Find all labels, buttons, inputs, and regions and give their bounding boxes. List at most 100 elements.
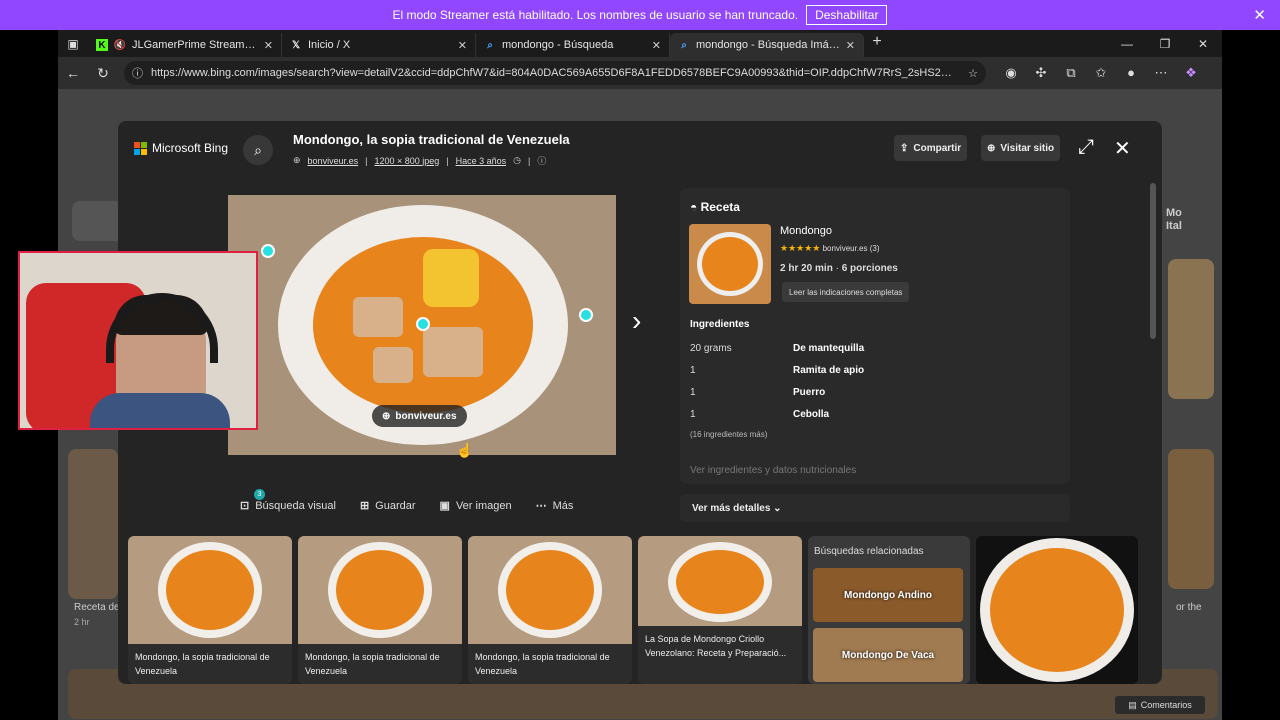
visit-site-button[interactable]: ⊕ Visitar sitio bbox=[981, 135, 1061, 161]
more-details-button[interactable]: Ver más detalles ⌄ bbox=[680, 494, 1070, 522]
tab-bing-search[interactable]: ⌕ mondongo - Búsqueda ✕ bbox=[476, 33, 670, 57]
close-tab-icon[interactable]: ✕ bbox=[264, 39, 273, 52]
visual-search-icon: ⊡ bbox=[240, 500, 250, 512]
ingredient-row: 1 Puerro bbox=[690, 387, 826, 398]
related-image-card[interactable] bbox=[976, 536, 1138, 684]
close-window-icon[interactable]: ✕ bbox=[1184, 30, 1222, 57]
related-image-card[interactable]: La Sopa de Mondongo Criollo Venezolano: … bbox=[638, 536, 802, 684]
share-button[interactable]: ⇪ Compartir bbox=[894, 135, 968, 161]
save-button[interactable]: ⊞ Guardar bbox=[360, 499, 416, 513]
image-icon: ▣ bbox=[439, 500, 450, 512]
window-controls: — ❐ ✕ bbox=[1108, 30, 1222, 57]
nutrition-link[interactable]: Ver ingredientes y datos nutricionales bbox=[690, 465, 856, 476]
bing-search-icon: ⌕ bbox=[487, 39, 493, 51]
related-images-strip: Mondongo, la sopia tradicional de Venezu… bbox=[128, 536, 1138, 684]
visual-search-hotspot[interactable] bbox=[261, 244, 275, 258]
split-screen-icon[interactable]: ⧉ bbox=[1058, 65, 1084, 81]
image-source-pill[interactable]: ⊕ bonviveur.es bbox=[372, 405, 467, 427]
related-image-card[interactable]: Mondongo, la sopia tradicional de Venezu… bbox=[468, 536, 632, 684]
back-icon[interactable]: ← bbox=[58, 65, 88, 81]
image-title[interactable]: Mondongo, la sopia tradicional de Venezu… bbox=[293, 132, 570, 147]
viewer-scrollbar[interactable] bbox=[1150, 183, 1156, 339]
globe-icon: ⊕ bbox=[293, 155, 301, 165]
more-button[interactable]: ⋯ Más bbox=[535, 499, 574, 513]
recipe-thumbnail[interactable] bbox=[689, 224, 771, 304]
recipe-panel: ◓ Receta Mondongo ★★★★★ bonviveur.es (3)… bbox=[680, 188, 1070, 484]
related-image-card[interactable]: Mondongo, la sopia tradicional de Venezu… bbox=[128, 536, 292, 684]
more-ingredients-text: (16 ingredientes más) bbox=[690, 430, 768, 439]
corn-illustration bbox=[423, 249, 479, 307]
related-image-card[interactable]: Mondongo, la sopia tradicional de Venezu… bbox=[298, 536, 462, 684]
comment-icon: ▤ bbox=[1128, 699, 1137, 710]
dimensions-link[interactable]: 1200 × 800 jpeg bbox=[374, 156, 439, 166]
profile-avatar-icon[interactable]: ● bbox=[1118, 65, 1144, 81]
extension-icon[interactable]: ◉ bbox=[998, 65, 1024, 81]
toolbar-extensions: ◉ ✣ ⧉ ✩ ● ⋯ ❖ bbox=[998, 65, 1204, 81]
background-thumb bbox=[68, 449, 118, 599]
next-image-icon[interactable]: › bbox=[632, 305, 641, 337]
close-icon[interactable]: ✕ bbox=[1114, 136, 1131, 161]
image-actions: ⊡ Búsqueda visual ⊞ Guardar ▣ Ver imagen ⋯ M… bbox=[240, 499, 574, 513]
search-icon[interactable]: ⌕ bbox=[243, 135, 273, 165]
chevron-down-icon: ⌄ bbox=[773, 502, 782, 514]
tab-bing-images[interactable]: ⌕ mondongo - Búsqueda Imágenes ✕ bbox=[670, 33, 864, 57]
new-tab-icon[interactable]: + bbox=[864, 33, 890, 57]
visual-search-button[interactable]: ⊡ Búsqueda visual bbox=[240, 499, 336, 513]
history-icon: ◷ bbox=[513, 155, 521, 165]
rating-source: bonviveur.es (3) bbox=[822, 244, 880, 253]
feedback-button[interactable]: ▤ Comentarios bbox=[1115, 696, 1205, 714]
main-image[interactable]: ⊕ bonviveur.es bbox=[228, 195, 616, 455]
recipe-rating: ★★★★★ bonviveur.es (3) bbox=[780, 243, 880, 254]
tab-bar: ▣ K 🔇 JLGamerPrime Stream - Wat ✕ 𝕏 Inic… bbox=[58, 30, 1222, 57]
bowl-icon: ◓ bbox=[690, 200, 698, 214]
tab-x[interactable]: 𝕏 Inicio / X ✕ bbox=[282, 33, 476, 57]
bing-logo[interactable]: Microsoft Bing bbox=[134, 141, 228, 155]
close-tab-icon[interactable]: ✕ bbox=[846, 39, 855, 52]
streamer-message: El modo Streamer está habilitado. Los no… bbox=[392, 8, 799, 22]
bg-caption: Receta de bbox=[74, 602, 120, 613]
view-image-button[interactable]: ▣ Ver imagen bbox=[439, 499, 512, 513]
recipe-heading: ◓ Receta bbox=[690, 200, 740, 214]
logo-text: Microsoft Bing bbox=[152, 141, 229, 155]
related-search-item[interactable]: Mondongo De Vaca bbox=[813, 628, 963, 682]
info-icon[interactable]: ⓘ bbox=[537, 154, 546, 167]
minimize-icon[interactable]: — bbox=[1108, 30, 1146, 57]
puzzle-icon[interactable]: ✣ bbox=[1028, 65, 1054, 81]
favorites-icon[interactable]: ✩ bbox=[1088, 65, 1114, 81]
disable-streamer-button[interactable]: Deshabilitar bbox=[806, 5, 888, 25]
restore-icon[interactable]: ❐ bbox=[1146, 30, 1184, 57]
visual-search-hotspot[interactable] bbox=[416, 317, 430, 331]
close-tab-icon[interactable]: ✕ bbox=[652, 39, 661, 52]
webcam-overlay bbox=[18, 251, 258, 430]
x-icon: 𝕏 bbox=[291, 39, 301, 51]
muted-speaker-icon[interactable]: 🔇 bbox=[114, 39, 126, 51]
visual-search-hotspot[interactable] bbox=[579, 308, 593, 322]
tab-title: mondongo - Búsqueda Imágenes bbox=[696, 39, 840, 51]
recipe-name[interactable]: Mondongo bbox=[780, 225, 832, 237]
refresh-icon[interactable]: ↻ bbox=[88, 65, 118, 82]
address-bar[interactable]: ⓘ https://www.bing.com/images/search?vie… bbox=[124, 61, 986, 85]
related-searches: Búsquedas relacionadas Mondongo Andino M… bbox=[808, 536, 970, 684]
ingredient-row: 1 Ramita de apio bbox=[690, 365, 865, 376]
site-info-icon[interactable]: ⓘ bbox=[132, 65, 143, 81]
tab-stream[interactable]: K 🔇 JLGamerPrime Stream - Wat ✕ bbox=[88, 33, 282, 57]
viewer-header: Microsoft Bing ⌕ Mondongo, la sopia trad… bbox=[118, 121, 1162, 177]
source-link[interactable]: bonviveur.es bbox=[308, 156, 359, 166]
close-icon[interactable]: ✕ bbox=[1253, 6, 1266, 24]
tab-actions-icon[interactable]: ▣ bbox=[58, 30, 88, 57]
hand-cursor-icon: ☝ bbox=[456, 442, 474, 458]
microsoft-logo-icon bbox=[134, 141, 147, 155]
expand-icon[interactable]: ⤢ bbox=[1078, 136, 1094, 159]
more-dots-icon: ⋯ bbox=[535, 500, 547, 512]
age-link[interactable]: Hace 3 años bbox=[456, 156, 507, 166]
read-directions-button[interactable]: Leer las indicaciones completas bbox=[782, 282, 910, 302]
favorite-star-icon[interactable]: ☆ bbox=[968, 67, 978, 80]
image-meta: ⊕ bonviveur.es | 1200 × 800 jpeg | Hace … bbox=[293, 154, 547, 167]
tab-title: Inicio / X bbox=[308, 39, 351, 51]
tab-title: mondongo - Búsqueda bbox=[502, 39, 614, 51]
close-tab-icon[interactable]: ✕ bbox=[458, 39, 467, 52]
copilot-icon[interactable]: ❖ bbox=[1178, 65, 1204, 81]
related-search-item[interactable]: Mondongo Andino bbox=[813, 568, 963, 622]
globe-icon: ⊕ bbox=[382, 410, 391, 422]
more-menu-icon[interactable]: ⋯ bbox=[1148, 65, 1174, 81]
